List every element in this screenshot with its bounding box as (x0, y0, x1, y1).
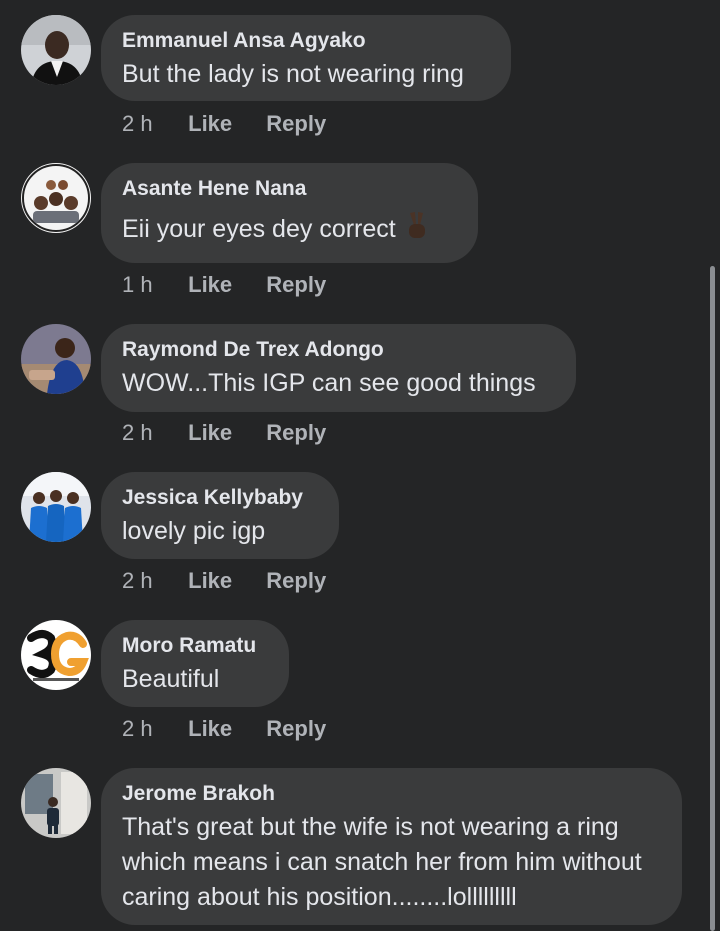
comment-bubble: Jerome Brakoh That's great but the wife … (101, 768, 682, 925)
comment-bubble: Emmanuel Ansa Agyako But the lady is not… (101, 15, 511, 101)
comment-timestamp[interactable]: 2 h (122, 716, 182, 742)
comment-actions: 2 h Like Reply (122, 716, 354, 742)
person-photo-avatar-icon (21, 324, 91, 394)
comment-timestamp[interactable]: 2 h (122, 420, 182, 446)
reply-button[interactable]: Reply (266, 420, 326, 446)
like-button[interactable]: Like (188, 420, 232, 446)
victory-hand-icon (406, 211, 428, 251)
comment-text: lovely pic igp (122, 517, 266, 545)
avatar[interactable] (21, 472, 91, 542)
person-photo-avatar-icon (21, 768, 91, 838)
person-photo-avatar-icon (21, 15, 91, 85)
group-photo-avatar-icon (21, 472, 91, 542)
avatar[interactable] (21, 324, 91, 394)
comment-actions: 1 h Like Reply (122, 272, 354, 298)
avatar[interactable] (21, 620, 91, 690)
comment-author[interactable]: Jessica Kellybaby (122, 486, 317, 510)
comment-text: But the lady is not wearing ring (122, 60, 464, 88)
group-photo-avatar-icon (21, 163, 91, 233)
comment-bubble: Jessica Kellybaby lovely pic igp (101, 472, 339, 559)
scrollbar[interactable] (710, 266, 715, 931)
like-button[interactable]: Like (188, 111, 232, 137)
like-button[interactable]: Like (188, 568, 232, 594)
reply-button[interactable]: Reply (266, 111, 326, 137)
comment-text-content: Eii your eyes dey correct (122, 215, 396, 243)
comment-timestamp[interactable]: 1 h (122, 272, 182, 298)
avatar[interactable] (21, 15, 91, 85)
like-button[interactable]: Like (188, 716, 232, 742)
comment-author[interactable]: Asante Hene Nana (122, 177, 456, 201)
comment-bubble: Moro Ramatu Beautiful (101, 620, 289, 707)
logo-avatar-icon (21, 620, 91, 690)
comment-bubble: Raymond De Trex Adongo WOW...This IGP ca… (101, 324, 576, 412)
comment-text: Beautiful (122, 665, 220, 693)
reply-button[interactable]: Reply (266, 568, 326, 594)
comment-thread: Emmanuel Ansa Agyako But the lady is not… (0, 0, 720, 931)
comment-text: Eii your eyes dey correct (122, 211, 456, 251)
comment-timestamp[interactable]: 2 h (122, 568, 182, 594)
comment-bubble: Asante Hene Nana Eii your eyes dey corre… (101, 163, 478, 263)
reply-button[interactable]: Reply (266, 716, 326, 742)
reply-button[interactable]: Reply (266, 272, 326, 298)
comment-author[interactable]: Raymond De Trex Adongo (122, 338, 554, 362)
comment-actions: 2 h Like Reply (122, 420, 354, 446)
avatar[interactable] (21, 163, 91, 233)
comment-author[interactable]: Jerome Brakoh (122, 782, 660, 806)
avatar[interactable] (21, 768, 91, 838)
comment-text: That's great but the wife is not wearing… (122, 813, 642, 911)
comment-timestamp[interactable]: 2 h (122, 111, 182, 137)
comment-author[interactable]: Moro Ramatu (122, 634, 267, 658)
comment-actions: 2 h Like Reply (122, 568, 354, 594)
comment-actions: 2 h Like Reply (122, 111, 354, 137)
comment-text: WOW...This IGP can see good things (122, 369, 536, 397)
comment-author[interactable]: Emmanuel Ansa Agyako (122, 29, 489, 53)
like-button[interactable]: Like (188, 272, 232, 298)
